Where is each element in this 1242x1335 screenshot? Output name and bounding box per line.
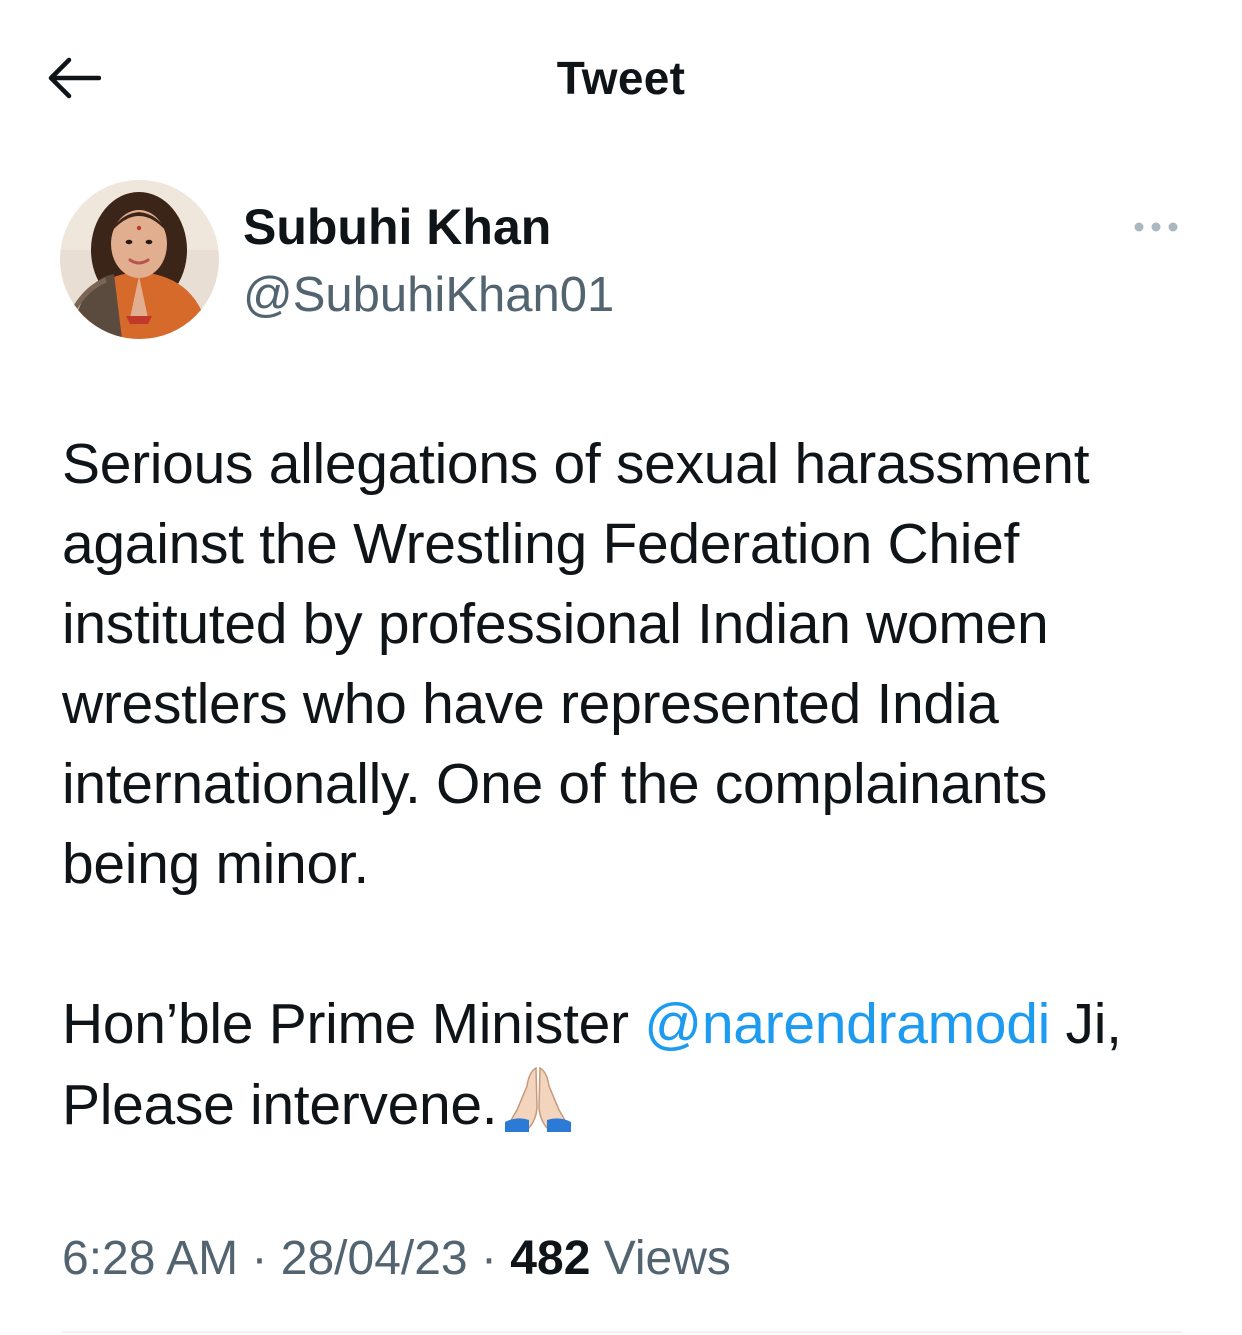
avatar[interactable] — [60, 180, 219, 339]
page-title: Tweet — [556, 52, 686, 104]
tweet-prefix: Hon’ble Prime Minister — [62, 992, 629, 1056]
tweet-line: instituted by professional Indian women — [62, 592, 1049, 656]
tweet-metadata: 6:28 AM · 28/04/23 · 482 Views — [62, 1226, 731, 1292]
tweet-line: wrestlers who have represented India — [62, 672, 999, 736]
tweet-date: 28/04/23 — [280, 1232, 468, 1285]
views-label: Views — [603, 1232, 731, 1285]
mention-link[interactable]: @narendramodi — [644, 992, 1050, 1056]
tweet-line: internationally. One of the complainants — [62, 752, 1048, 816]
tweet-suffix: Ji, — [1065, 992, 1122, 1056]
tweet-line: Hon’ble Prime Minister @narendramodi Ji, — [62, 984, 1212, 1064]
views-count: 482 — [510, 1232, 591, 1285]
separator: · — [251, 1232, 268, 1285]
more-options-button[interactable] — [1126, 210, 1186, 244]
tweet-line: against the Wrestling Federation Chief — [62, 512, 1020, 576]
author-name[interactable]: Subuhi Khan — [243, 196, 551, 258]
tweet-line: being minor. — [62, 832, 369, 896]
folded-hands-emoji — [505, 1066, 572, 1132]
tweet-time: 6:28 AM — [62, 1232, 239, 1285]
tweet-text: Serious allegations of sexual harassment… — [62, 424, 1212, 1145]
divider — [62, 1331, 1182, 1333]
separator: · — [480, 1232, 497, 1285]
ellipsis-icon — [1134, 222, 1178, 232]
tweet-line: Serious allegations of sexual harassment — [62, 432, 1090, 496]
author-handle[interactable]: @SubuhiKhan01 — [243, 264, 614, 326]
top-bar: Tweet — [0, 0, 1242, 150]
tweet-last-line: Please intervene. — [62, 1073, 498, 1137]
paragraph-break — [62, 904, 1212, 984]
profile-photo — [60, 180, 219, 339]
tweet-line: Please intervene. — [62, 1064, 1212, 1145]
